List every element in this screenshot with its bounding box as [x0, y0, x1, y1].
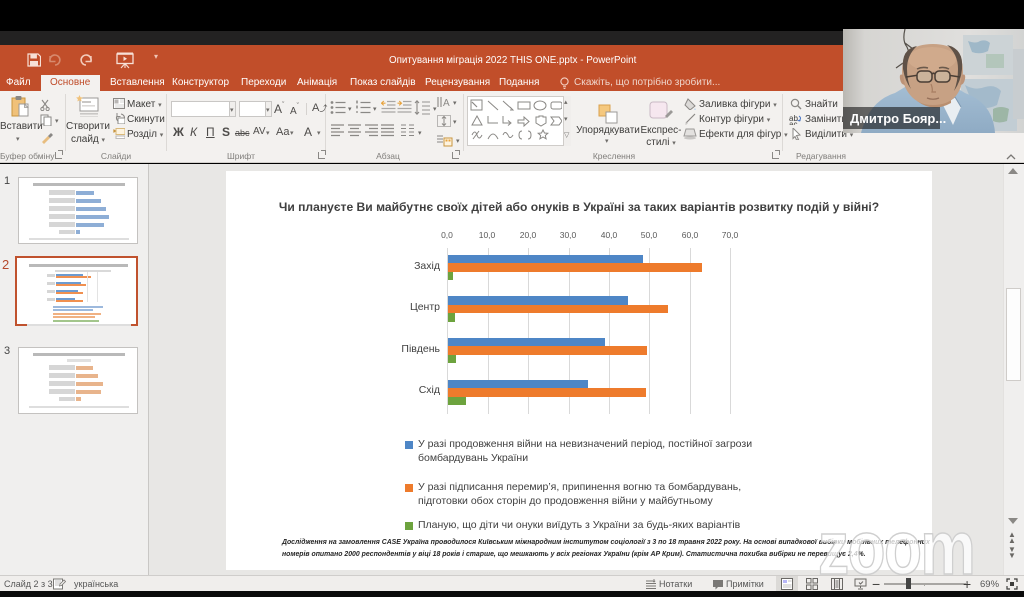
svg-text:А: А	[443, 98, 450, 108]
svg-text:Дмитро Бояр...: Дмитро Бояр...	[850, 111, 946, 126]
svg-text:ac: ac	[789, 120, 797, 125]
